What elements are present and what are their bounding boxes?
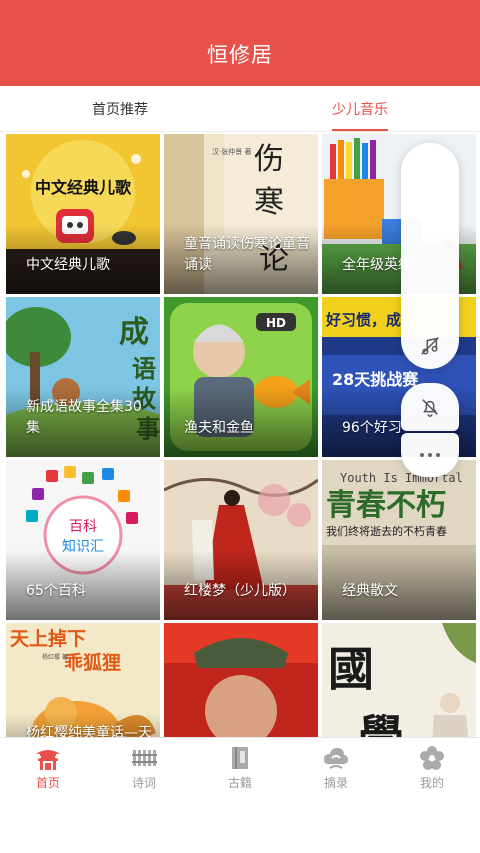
floating-player-panel[interactable] — [401, 143, 459, 369]
tab-home-recommend[interactable]: 首页推荐 — [0, 86, 240, 131]
book-icon — [232, 747, 248, 769]
cover-title-text: 好习惯，成 — [325, 311, 401, 329]
album-card[interactable]: 天上掉下 乖狐狸 杨红樱 著 杨红樱纯美童话—天上掉下 — [6, 623, 160, 737]
cover-title-text: 伤 — [254, 142, 284, 177]
album-card[interactable]: 成 语 故 事 新成语故事全集30集 — [6, 297, 160, 457]
cover-title-text: 百科 — [69, 519, 97, 535]
nav-home-label: 首页 — [35, 776, 60, 790]
nav-classics[interactable]: 古籍 — [192, 738, 288, 797]
album-title: 红楼梦（少儿版） — [184, 583, 296, 599]
cover-title-text: 寒 — [254, 185, 284, 220]
music-off-icon[interactable] — [419, 335, 441, 357]
app-title: 恒修居 — [207, 43, 273, 67]
cover-subtitle-text: 我们终将逝去的不朽青春 — [326, 524, 447, 538]
album-title: 65个百科 — [26, 583, 86, 599]
cover-badge-text: HD — [266, 316, 286, 330]
flower-icon — [420, 746, 444, 770]
album-card[interactable] — [164, 623, 318, 737]
tab-bar: 首页推荐 少儿音乐 — [0, 86, 480, 132]
album-card[interactable]: 中文经典儿歌 中文经典儿歌 — [6, 134, 160, 294]
bell-off-icon — [422, 399, 438, 417]
album-title: 童音诵读伤寒论童音诵读 — [184, 236, 310, 273]
album-card[interactable]: 國 學 — [322, 623, 476, 737]
nav-mine[interactable]: 我的 — [384, 738, 480, 797]
album-title: 经典散文 — [342, 583, 398, 599]
album-card[interactable]: Youth Is Immortal 青春不朽 我们终将逝去的不朽青春 经典散文 — [322, 460, 476, 620]
cover-author-text: 杨红樱 著 — [42, 653, 68, 661]
nav-classics-label: 古籍 — [227, 776, 252, 790]
album-title: 杨红樱纯美童话—天上掉下 — [26, 725, 152, 737]
album-card[interactable]: HD 渔夫和金鱼 — [164, 297, 318, 457]
nav-home[interactable]: 首页 — [0, 738, 96, 797]
nav-excerpts-label: 摘录 — [323, 776, 348, 790]
nav-poetry-label: 诗词 — [131, 776, 156, 790]
nav-mine-label: 我的 — [419, 776, 444, 790]
mute-notification-button[interactable] — [401, 383, 459, 431]
cloud-icon — [324, 748, 348, 769]
cover-author-text: 汉·张仲景 著 — [212, 147, 251, 156]
album-cover: 國 學 — [322, 623, 476, 737]
bottom-blank-area — [0, 797, 480, 853]
cover-title-text: 语 — [132, 354, 156, 383]
album-title: 渔夫和金鱼 — [184, 420, 254, 436]
bamboo-scroll-icon — [132, 750, 157, 766]
more-options-button[interactable] — [401, 433, 459, 477]
cover-title-text: 成 — [119, 315, 149, 350]
nav-poetry[interactable]: 诗词 — [96, 738, 192, 797]
more-dots-icon — [420, 453, 440, 457]
album-card[interactable]: 红楼梦（少儿版） — [164, 460, 318, 620]
cover-title-text: 青春不朽 — [326, 488, 446, 523]
album-card[interactable]: 伤 寒 论 汉·张仲景 著 童音诵读伤寒论童音诵读 — [164, 134, 318, 294]
bottom-navigation: 首页 诗词 古籍 摘录 我的 — [0, 737, 480, 797]
cover-title-text: 中文经典儿歌 — [35, 178, 132, 197]
cover-title-text: 天上掉下 — [10, 627, 86, 650]
album-cover — [164, 623, 318, 737]
cover-title-text: 學 — [358, 710, 404, 737]
cover-title-text: 國 — [328, 642, 374, 696]
album-title: 中文经典儿歌 — [26, 257, 110, 273]
nav-excerpts[interactable]: 摘录 — [288, 738, 384, 797]
app-header: 恒修居 — [0, 0, 480, 86]
cover-title-text: 乖狐狸 — [64, 651, 121, 674]
album-card[interactable]: 百科 知识汇 65个百科 — [6, 460, 160, 620]
pavilion-icon — [36, 750, 60, 770]
album-title: 新成语故事全集30集 — [26, 399, 142, 436]
tab-kids-music[interactable]: 少儿音乐 — [240, 86, 480, 131]
